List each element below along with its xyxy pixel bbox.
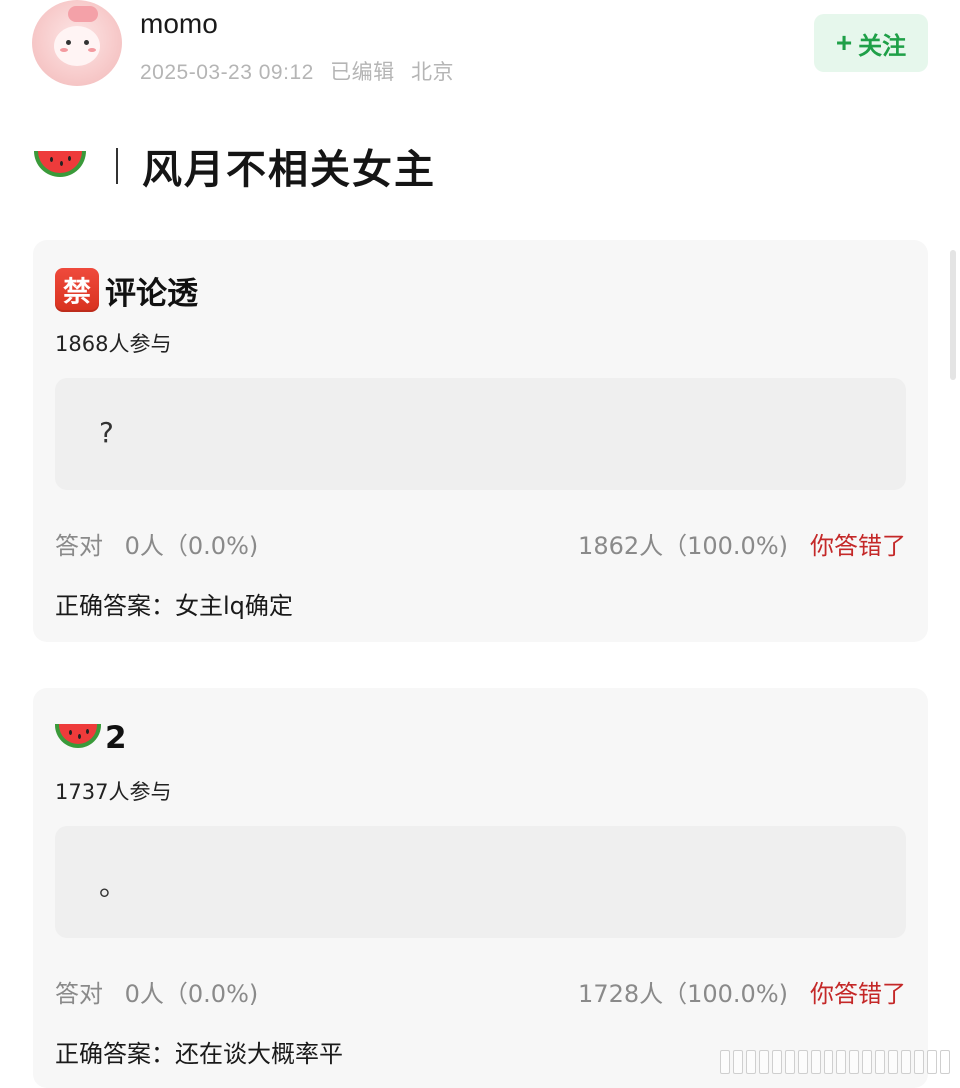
correct-answer-value: 女主lq确定 [175,592,293,620]
wrong-label: 你答错了 [810,532,906,560]
avatar[interactable] [32,0,122,86]
correct-answer-label: 正确答案： [55,1040,175,1068]
answer-option-text: ? [99,416,114,449]
watermelon-icon [34,151,86,181]
correct-stat: 答对 0人（0.0%) [55,526,258,561]
result-stats: 答对 0人（0.0%) 1862人（100.0%) 你答错了 [55,526,906,562]
follow-label: 关注 [858,32,907,60]
wrong-value: 1862人（100.0%) [578,532,788,560]
answer-option-text: 。 [99,869,128,902]
result-stats: 答对 0人（0.0%) 1728人（100.0%) 你答错了 [55,974,906,1010]
wrong-stat: 1862人（100.0%) 你答错了 [578,526,906,561]
answer-option[interactable]: ? [55,378,906,490]
participant-count: 1737人参与 [55,780,172,804]
correct-value: 0人（0.0%) [124,532,259,560]
quiz-title: 2 [55,716,127,760]
watermark [720,1048,950,1074]
scrollbar[interactable] [950,250,956,380]
timestamp: 2025-03-23 09:12 [140,61,314,84]
correct-answer-label: 正确答案： [55,592,175,620]
location: 北京 [411,61,454,84]
watermelon-icon [55,724,101,752]
plus-icon: + [835,27,853,58]
follow-button[interactable]: + 关注 [814,14,928,72]
correct-answer: 正确答案：还在谈大概率平 [55,1034,343,1069]
correct-label: 答对 [55,532,103,560]
correct-answer-value: 还在谈大概率平 [175,1040,343,1068]
title-text: 风月不相关女主 [142,147,436,193]
ban-icon: 禁 [55,268,99,312]
post-title: 风月不相关女主 [34,136,436,196]
post-header: momo 2025-03-23 09:12 已编辑 北京 + 关注 [0,0,960,100]
title-separator [116,148,118,184]
post-meta: 2025-03-23 09:12 已编辑 北京 [140,56,464,86]
username[interactable]: momo [140,8,218,40]
wrong-value: 1728人（100.0%) [578,980,788,1008]
correct-label: 答对 [55,980,103,1008]
edited-label: 已编辑 [330,61,395,84]
quiz-title-text: 评论透 [105,275,198,312]
quiz-card: 禁 评论透 1868人参与 ? 答对 0人（0.0%) 1862人（100.0%… [33,240,928,642]
wrong-label: 你答错了 [810,980,906,1008]
participant-count: 1868人参与 [55,332,172,356]
correct-stat: 答对 0人（0.0%) [55,974,258,1009]
answer-option[interactable]: 。 [55,826,906,938]
wrong-stat: 1728人（100.0%) 你答错了 [578,974,906,1009]
correct-answer: 正确答案：女主lq确定 [55,586,293,621]
quiz-title-text: 2 [105,720,127,756]
correct-value: 0人（0.0%) [124,980,259,1008]
quiz-card: 2 1737人参与 。 答对 0人（0.0%) 1728人（100.0%) 你答… [33,688,928,1088]
quiz-title: 禁 评论透 [55,268,198,312]
